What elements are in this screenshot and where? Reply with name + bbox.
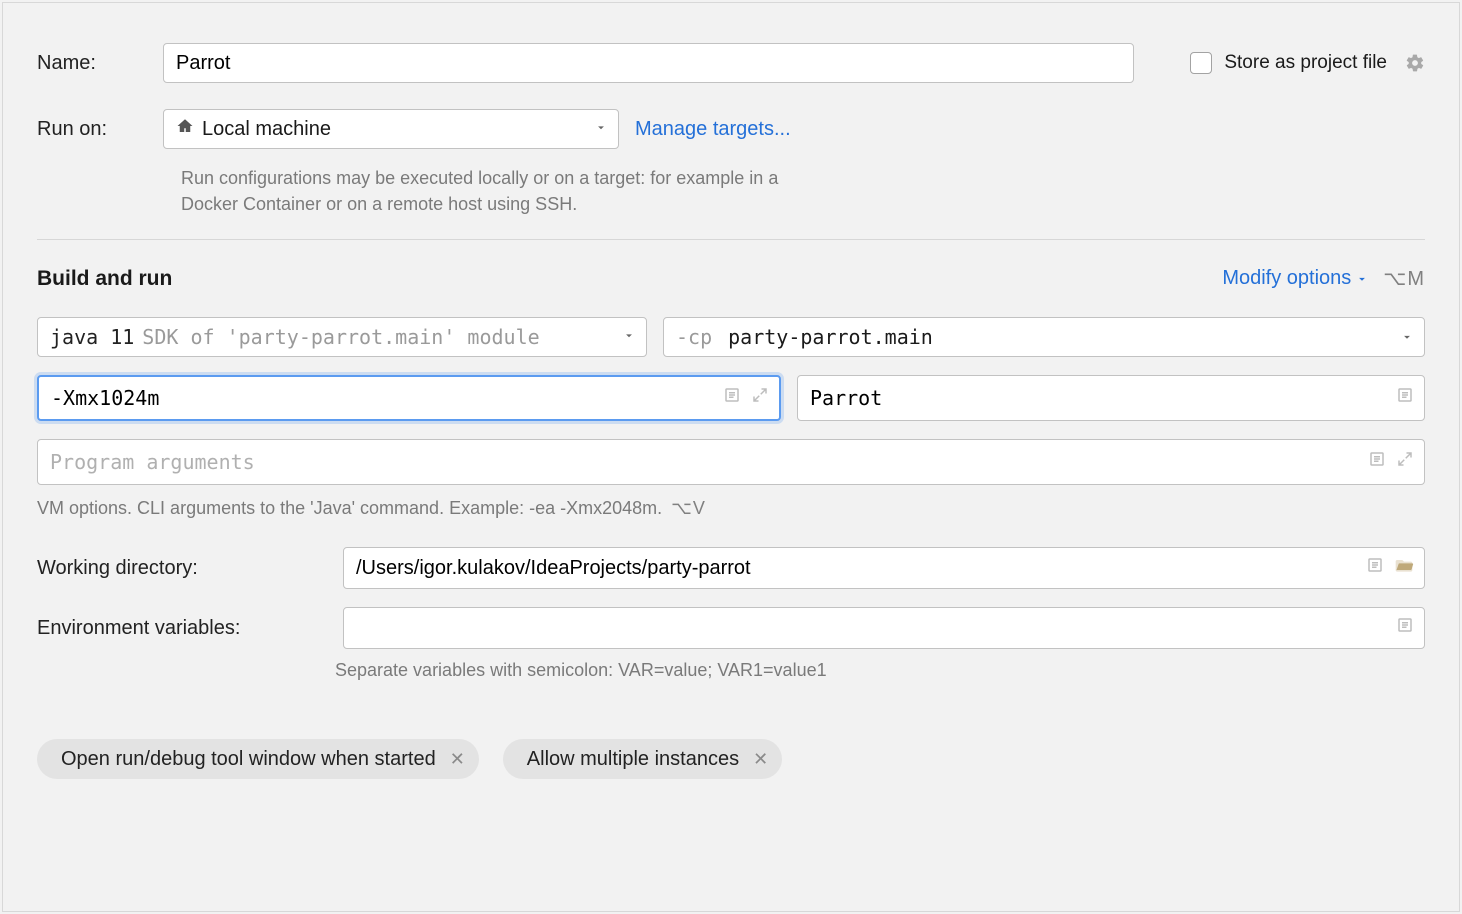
run-on-label: Run on:: [37, 118, 147, 141]
env-vars-field-wrap: [343, 607, 1425, 649]
vm-options-field-wrap: [37, 375, 781, 421]
name-row: Name: Store as project file: [37, 43, 1425, 83]
options-chips: Open run/debug tool window when started …: [37, 739, 1425, 779]
classpath-value: party-parrot.main: [728, 325, 933, 349]
modify-options-wrap: Modify options ⌥M: [1222, 266, 1425, 291]
store-project-file-label: Store as project file: [1224, 52, 1387, 74]
folder-open-icon[interactable]: [1392, 553, 1416, 583]
working-dir-row: Working directory:: [37, 547, 1425, 589]
run-config-panel: Name: Store as project file Run on: Loca…: [2, 2, 1460, 912]
modify-options-link[interactable]: Modify options: [1222, 267, 1369, 290]
home-icon: [176, 117, 194, 141]
chevron-down-icon: [622, 326, 636, 349]
build-run-title: Build and run: [37, 267, 172, 291]
modify-options-label: Modify options: [1222, 267, 1351, 290]
chip-allow-multiple-instances[interactable]: Allow multiple instances ✕: [503, 739, 782, 779]
run-on-hint: Run configurations may be executed local…: [181, 165, 821, 217]
close-icon[interactable]: ✕: [753, 750, 768, 768]
list-icon[interactable]: [1394, 384, 1416, 412]
main-class-input[interactable]: [798, 376, 1424, 420]
vm-main-row: [37, 375, 1425, 421]
jdk-name: java 11: [50, 325, 134, 349]
chevron-down-icon: [1400, 325, 1414, 349]
expand-icon[interactable]: [1394, 448, 1416, 476]
list-icon[interactable]: [1366, 448, 1388, 476]
expand-icon[interactable]: [749, 384, 771, 412]
list-icon[interactable]: [721, 384, 743, 412]
classpath-select[interactable]: -cp party-parrot.main: [663, 317, 1425, 357]
manage-targets-link[interactable]: Manage targets...: [635, 118, 791, 141]
build-run-header: Build and run Modify options ⌥M: [37, 266, 1425, 291]
name-label: Name:: [37, 52, 147, 75]
working-dir-input[interactable]: [344, 548, 1424, 588]
chip-open-tool-window[interactable]: Open run/debug tool window when started …: [37, 739, 479, 779]
gear-icon[interactable]: [1405, 53, 1425, 73]
classpath-flag: -cp: [676, 325, 712, 349]
jdk-select[interactable]: java 11 SDK of 'party-parrot.main' modul…: [37, 317, 647, 357]
chip-label: Allow multiple instances: [527, 748, 739, 771]
vm-options-hint: VM options. CLI arguments to the 'Java' …: [37, 498, 662, 518]
env-vars-row: Environment variables:: [37, 607, 1425, 649]
chevron-down-icon: [1355, 272, 1369, 286]
env-vars-input[interactable]: [344, 608, 1424, 648]
vm-options-shortcut: ⌥V: [671, 498, 706, 518]
working-dir-label: Working directory:: [37, 557, 327, 580]
run-on-target-value: Local machine: [202, 118, 331, 141]
run-on-target-select[interactable]: Local machine: [163, 109, 619, 149]
chevron-down-icon: [594, 118, 608, 141]
vm-options-input[interactable]: [39, 377, 779, 419]
program-args-input[interactable]: [38, 440, 1424, 484]
name-input[interactable]: [163, 43, 1134, 83]
run-on-row: Run on: Local machine Manage targets...: [37, 109, 1425, 149]
chip-label: Open run/debug tool window when started: [61, 748, 436, 771]
vm-options-hint-row: VM options. CLI arguments to the 'Java' …: [37, 495, 1425, 521]
store-project-file-checkbox[interactable]: [1190, 52, 1212, 74]
modify-options-shortcut: ⌥M: [1383, 266, 1425, 291]
jdk-desc: SDK of 'party-parrot.main' module: [142, 325, 539, 349]
env-vars-hint: Separate variables with semicolon: VAR=v…: [335, 657, 1425, 683]
list-icon[interactable]: [1394, 614, 1416, 642]
program-args-field-wrap: [37, 439, 1425, 485]
sdk-cp-row: java 11 SDK of 'party-parrot.main' modul…: [37, 317, 1425, 357]
store-project-file-wrap: Store as project file: [1190, 52, 1425, 74]
section-divider: [37, 239, 1425, 240]
list-icon[interactable]: [1364, 554, 1386, 582]
close-icon[interactable]: ✕: [450, 750, 465, 768]
env-vars-label: Environment variables:: [37, 617, 327, 640]
working-dir-field-wrap: [343, 547, 1425, 589]
main-class-field-wrap: [797, 375, 1425, 421]
